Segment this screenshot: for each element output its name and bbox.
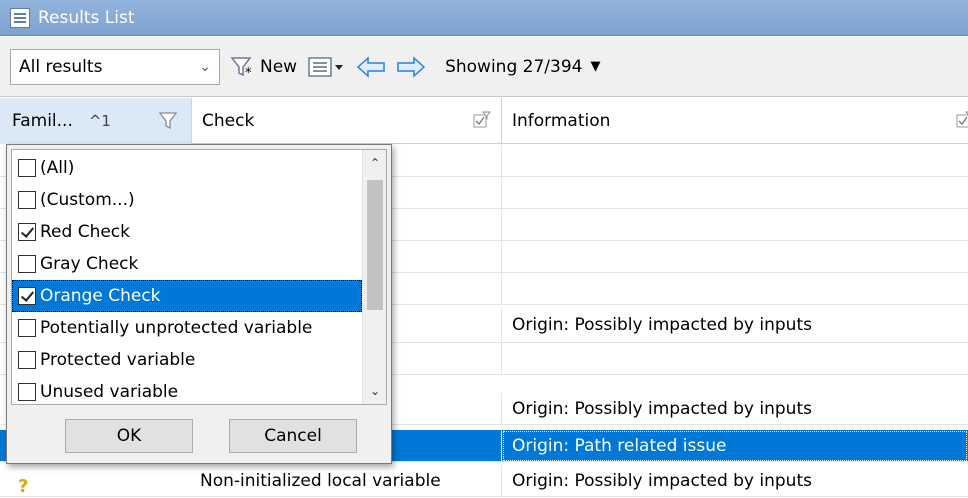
column-list-icon: [308, 56, 344, 77]
filter-option[interactable]: Red Check: [12, 216, 362, 248]
information-cell: Origin: Possibly impacted by inputs: [512, 315, 812, 335]
new-filter-icon: *: [230, 56, 252, 79]
orange-check-icon: ?: [18, 476, 29, 497]
scrollbar-thumb[interactable]: [367, 180, 383, 310]
new-filter-label: New: [260, 56, 298, 77]
information-cell: Origin: Path related issue: [502, 430, 968, 462]
check-cell: Non-initialized local variable: [192, 465, 502, 497]
toolbar: All results ⌄ * New Showing 27/394 ▼: [0, 37, 968, 97]
column-header: Famil... ^1 Check Information: [0, 98, 968, 144]
check-header-label: Check: [202, 111, 255, 131]
family-filter-icon[interactable]: [159, 111, 177, 131]
results-list-icon: [10, 7, 30, 28]
information-filter-icon[interactable]: [956, 111, 968, 131]
filter-option-highlighted[interactable]: Orange Check: [12, 280, 362, 312]
previous-result-button[interactable]: [355, 52, 387, 82]
scroll-down-icon[interactable]: ⌄: [363, 380, 386, 402]
information-cell: [502, 273, 968, 305]
window-title: Results List: [38, 7, 135, 28]
checkbox-checked[interactable]: [18, 287, 36, 305]
svg-text:*: *: [245, 66, 252, 79]
information-cell: [502, 177, 968, 209]
title-bar: Results List: [0, 0, 968, 36]
column-header-information[interactable]: Information: [502, 98, 968, 144]
column-chooser-button[interactable]: [307, 49, 347, 85]
filter-option-label: (All): [40, 158, 75, 178]
sort-ascending-icon: ^1: [88, 112, 111, 130]
arrow-left-icon: [356, 55, 385, 78]
showing-count-menu[interactable]: Showing 27/394 ▼: [445, 57, 600, 77]
scroll-up-icon[interactable]: ⌃: [363, 152, 386, 174]
filter-option-label: Orange Check: [40, 286, 161, 306]
cancel-button[interactable]: Cancel: [229, 419, 357, 453]
next-result-button[interactable]: [395, 52, 427, 82]
information-header-label: Information: [512, 111, 611, 131]
results-filter-combo[interactable]: All results ⌄: [10, 48, 220, 85]
information-cell: [502, 145, 968, 177]
information-cell: Origin: Possibly impacted by inputs: [512, 471, 812, 491]
checkbox[interactable]: [18, 319, 36, 337]
filter-option[interactable]: (Custom...): [12, 184, 362, 216]
family-filter-list[interactable]: (All) (Custom...) Red Check Gray Check O…: [11, 149, 387, 405]
new-filter-button[interactable]: * New: [230, 49, 297, 85]
filter-option-label: Potentially unprotected variable: [40, 318, 313, 338]
showing-count: Showing 27/394: [445, 56, 583, 77]
checkbox[interactable]: [18, 191, 36, 209]
arrow-right-icon: [397, 55, 426, 78]
family-header-label: Famil...: [12, 111, 73, 131]
checkbox[interactable]: [18, 351, 36, 369]
information-cell: [502, 241, 968, 273]
information-cell: Origin: Possibly impacted by inputs: [512, 399, 812, 419]
filter-option[interactable]: Protected variable: [12, 344, 362, 376]
filter-option[interactable]: Unused variable: [12, 376, 362, 404]
checkbox[interactable]: [18, 255, 36, 273]
information-cell: [502, 209, 968, 241]
filter-option[interactable]: (All): [12, 152, 362, 184]
filter-list-scrollbar[interactable]: ⌃ ⌄: [362, 150, 386, 404]
checkbox[interactable]: [18, 159, 36, 177]
filter-option-label: Protected variable: [40, 350, 196, 370]
column-header-check[interactable]: Check: [192, 98, 502, 144]
filter-option-label: Unused variable: [40, 382, 179, 402]
filter-option-label: Red Check: [40, 222, 130, 242]
column-header-family[interactable]: Famil... ^1: [0, 98, 192, 144]
table-row[interactable]: Non-initialized local variable Origin: P…: [0, 465, 968, 497]
chevron-down-icon: ⌄: [199, 58, 211, 75]
family-filter-popup: (All) (Custom...) Red Check Gray Check O…: [6, 144, 392, 464]
filter-option-label: Gray Check: [40, 254, 139, 274]
filter-option[interactable]: Gray Check: [12, 248, 362, 280]
checkbox-checked[interactable]: [18, 223, 36, 241]
ok-button[interactable]: OK: [65, 419, 193, 453]
filter-option[interactable]: Potentially unprotected variable: [12, 312, 362, 344]
triangle-down-icon: ▼: [590, 59, 601, 74]
checkbox[interactable]: [18, 383, 36, 401]
filter-option-label: (Custom...): [40, 190, 135, 210]
information-cell: [502, 343, 968, 375]
results-filter-value: All results: [19, 56, 103, 77]
check-filter-icon[interactable]: [473, 111, 491, 131]
